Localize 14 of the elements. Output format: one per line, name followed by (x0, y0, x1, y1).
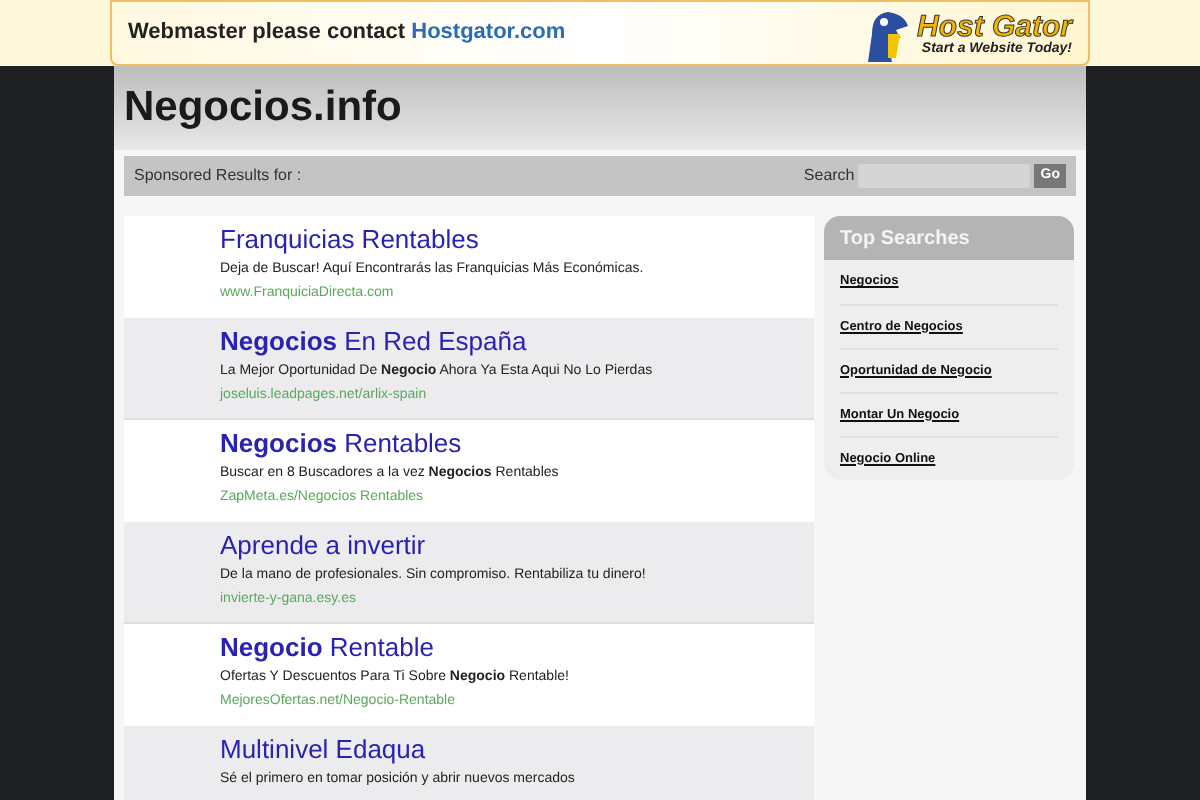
result-title[interactable]: Aprende a invertir (220, 530, 426, 560)
panel-title: Top Searches (840, 225, 970, 253)
site-title: Negocios.info (124, 82, 402, 135)
hostgator-link[interactable]: Hostgator.com (411, 20, 566, 45)
result-title[interactable]: Negocio Rentable (220, 632, 434, 662)
result-title[interactable]: Franquicias Rentables (220, 224, 479, 254)
logo-title: Host Gator (916, 11, 1072, 41)
sponsored-label: Sponsored Results for : (134, 164, 302, 188)
search-field[interactable] (858, 164, 1031, 188)
result-title[interactable]: Negocios Rentables (220, 428, 462, 458)
banner-text: Webmaster please contact Hostgator.com (128, 18, 566, 49)
result-title[interactable]: Negocios En Red España (220, 326, 527, 356)
search-label: Search (803, 164, 855, 188)
result-title[interactable]: Multinivel Edaqua (220, 734, 426, 764)
